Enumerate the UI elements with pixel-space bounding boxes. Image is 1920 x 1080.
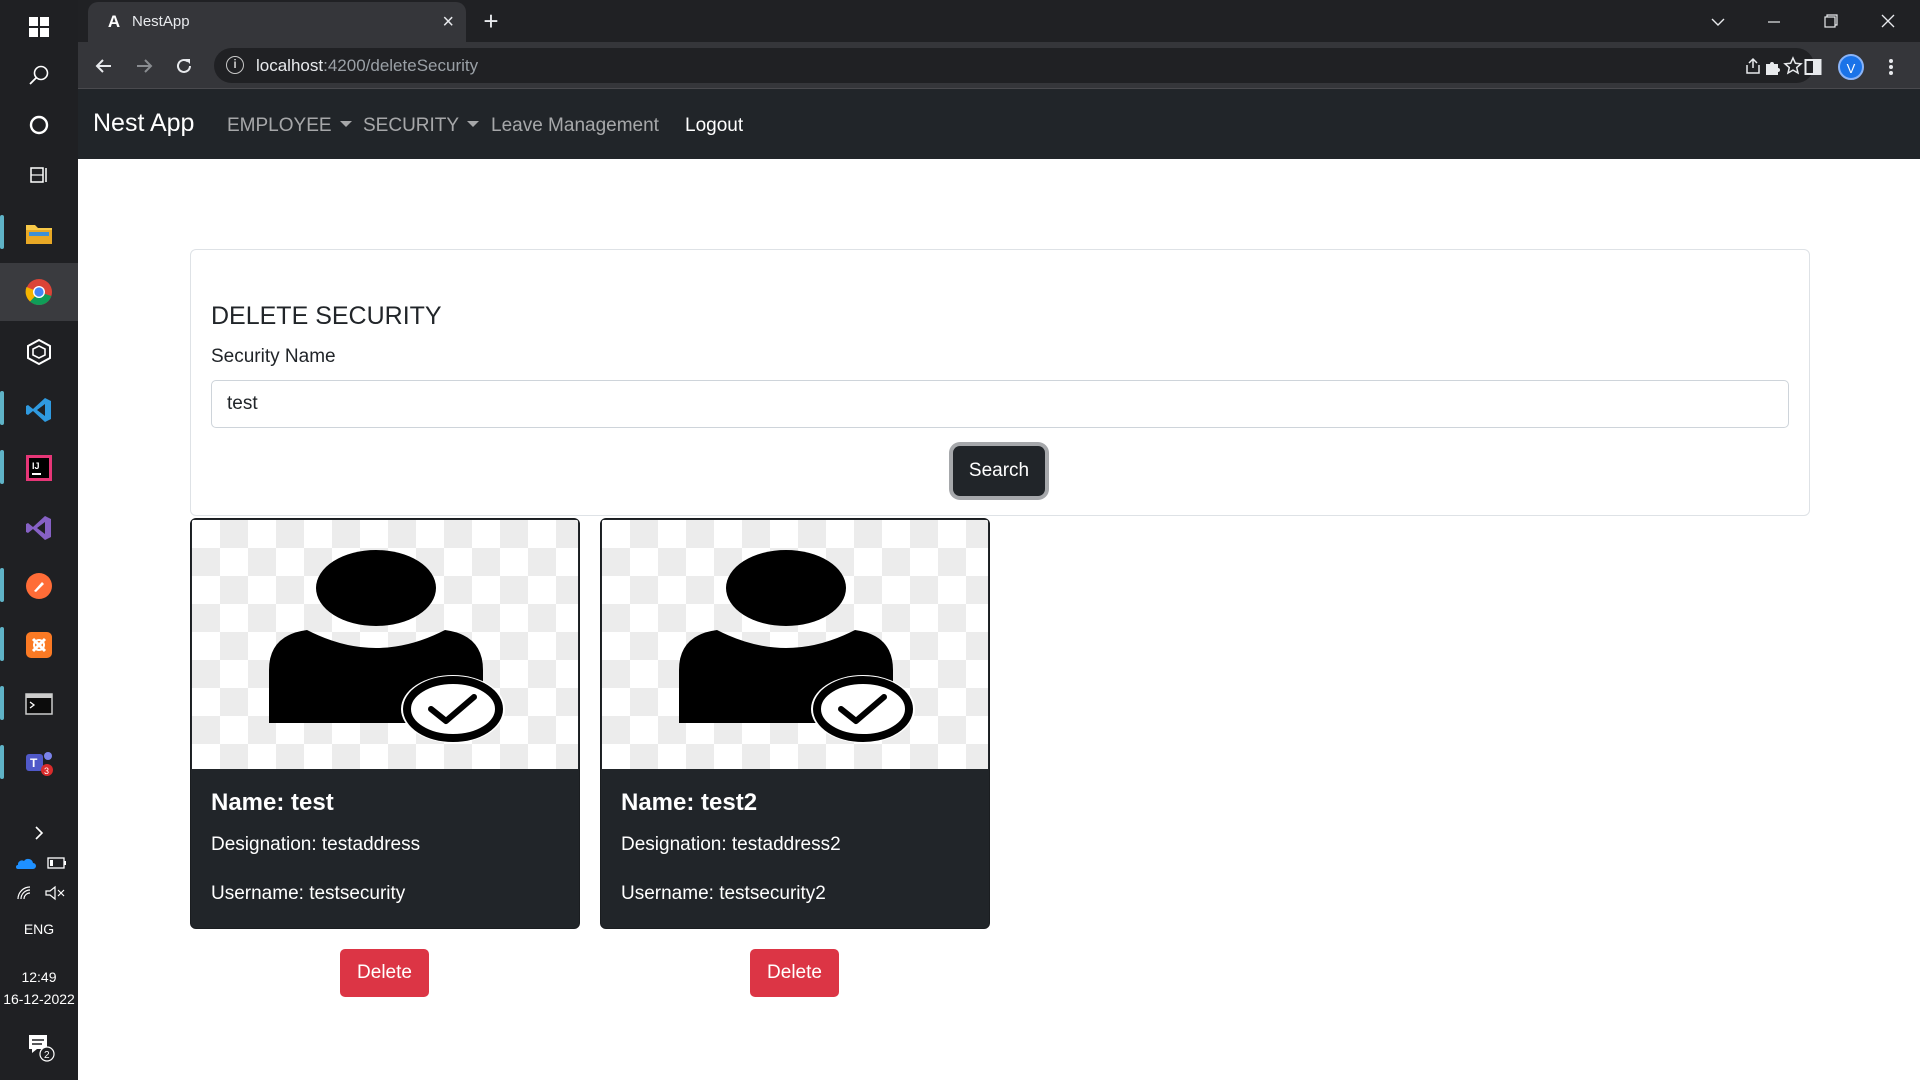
cube-app-icon[interactable] — [0, 325, 78, 379]
clock-time[interactable]: 12:49 — [0, 969, 78, 985]
site-info-icon[interactable]: i — [226, 56, 244, 74]
nav-leave-management[interactable]: Leave Management — [491, 115, 659, 137]
close-tab-icon[interactable]: × — [442, 10, 454, 34]
card-name: Name: test2 — [621, 789, 758, 816]
delete-button[interactable]: Delete — [750, 949, 839, 997]
nav-employee-dropdown[interactable]: EMPLOYEE — [227, 115, 352, 137]
page-title: DELETE SECURITY — [211, 302, 442, 330]
wifi-icon[interactable] — [16, 885, 36, 901]
browser-tab-bar: A NestApp × + — [78, 0, 1920, 42]
tab-title: NestApp — [132, 13, 190, 30]
nav-logout[interactable]: Logout — [685, 115, 743, 137]
nav-employee-label: EMPLOYEE — [227, 115, 332, 136]
security-result-card: Name: test Designation: testaddress User… — [190, 518, 580, 929]
user-verified-avatar-image — [192, 520, 578, 769]
show-hidden-icons-chevron[interactable] — [0, 806, 78, 860]
angular-favicon-icon: A — [107, 12, 121, 31]
caret-down-icon — [467, 120, 480, 127]
caret-down-icon — [339, 120, 352, 127]
file-explorer-icon[interactable] — [0, 206, 78, 260]
security-name-input[interactable] — [211, 380, 1789, 428]
delete-security-search-card: DELETE SECURITY Security Name Search — [190, 249, 1810, 516]
reload-icon[interactable] — [168, 50, 200, 82]
security-name-label: Security Name — [211, 346, 336, 367]
intellij-icon[interactable]: IJ — [0, 441, 78, 495]
language-indicator[interactable]: ENG — [0, 921, 78, 937]
xampp-icon[interactable] — [0, 618, 78, 672]
tab-search-chevron-icon[interactable] — [1698, 6, 1738, 36]
close-window-icon[interactable] — [1868, 6, 1908, 36]
chrome-icon[interactable] — [0, 263, 78, 321]
card-designation: Designation: testaddress — [211, 834, 421, 855]
side-panel-icon[interactable] — [1800, 54, 1826, 80]
user-verified-avatar-image — [602, 520, 988, 769]
browser-tab[interactable]: A NestApp × — [88, 2, 466, 42]
cortana-icon[interactable] — [0, 98, 78, 152]
url-path: :4200/deleteSecurity — [323, 56, 479, 75]
restore-icon[interactable] — [1811, 6, 1851, 36]
card-username: Username: testsecurity2 — [621, 883, 826, 904]
app-navbar: Nest App EMPLOYEE SECURITY Leave Managem… — [78, 89, 1920, 159]
minimize-icon[interactable] — [1754, 6, 1794, 36]
postman-icon[interactable] — [0, 559, 78, 613]
teams-badge: 3 — [44, 766, 49, 776]
search-icon[interactable] — [0, 48, 78, 102]
notification-count: 2 — [44, 1050, 50, 1061]
battery-icon[interactable] — [47, 856, 67, 870]
extensions-puzzle-icon[interactable] — [1760, 54, 1786, 80]
svg-text:T: T — [30, 756, 38, 770]
onedrive-icon[interactable] — [14, 856, 36, 870]
card-username: Username: testsecurity — [211, 883, 406, 904]
delete-button[interactable]: Delete — [340, 949, 429, 997]
browser-address-bar: i localhost:4200/deleteSecurity V — [78, 42, 1920, 89]
security-result-card: Name: test2 Designation: testaddress2 Us… — [600, 518, 990, 929]
search-button[interactable]: Search — [953, 446, 1045, 496]
volume-muted-icon[interactable] — [44, 885, 66, 901]
new-tab-icon[interactable]: + — [476, 6, 506, 36]
nav-security-dropdown[interactable]: SECURITY — [363, 115, 480, 137]
profile-avatar[interactable]: V — [1838, 54, 1864, 80]
svg-text:IJ: IJ — [32, 461, 40, 471]
url-text[interactable]: localhost:4200/deleteSecurity — [256, 56, 478, 76]
vscode-icon[interactable] — [0, 383, 78, 437]
card-name: Name: test — [211, 789, 334, 816]
chrome-menu-kebab-icon[interactable] — [1878, 54, 1904, 80]
visual-studio-icon[interactable] — [0, 501, 78, 555]
terminal-icon[interactable] — [0, 677, 78, 731]
forward-arrow-icon[interactable] — [128, 50, 160, 82]
teams-icon[interactable]: T3 — [0, 736, 78, 790]
url-host: localhost — [256, 56, 324, 75]
navbar-brand[interactable]: Nest App — [93, 109, 194, 138]
nav-security-label: SECURITY — [363, 115, 460, 136]
back-arrow-icon[interactable] — [88, 50, 120, 82]
windows-start-icon[interactable] — [0, 0, 78, 54]
card-designation: Designation: testaddress2 — [621, 834, 841, 855]
url-omnibox[interactable]: i localhost:4200/deleteSecurity — [214, 48, 1814, 83]
task-view-icon[interactable] — [0, 148, 78, 202]
notification-center-icon[interactable]: 2 — [26, 1032, 56, 1062]
windows-taskbar: IJ T3 ENG 12:49 16-12-2022 2 — [0, 0, 78, 1080]
clock-date[interactable]: 16-12-2022 — [0, 991, 78, 1007]
